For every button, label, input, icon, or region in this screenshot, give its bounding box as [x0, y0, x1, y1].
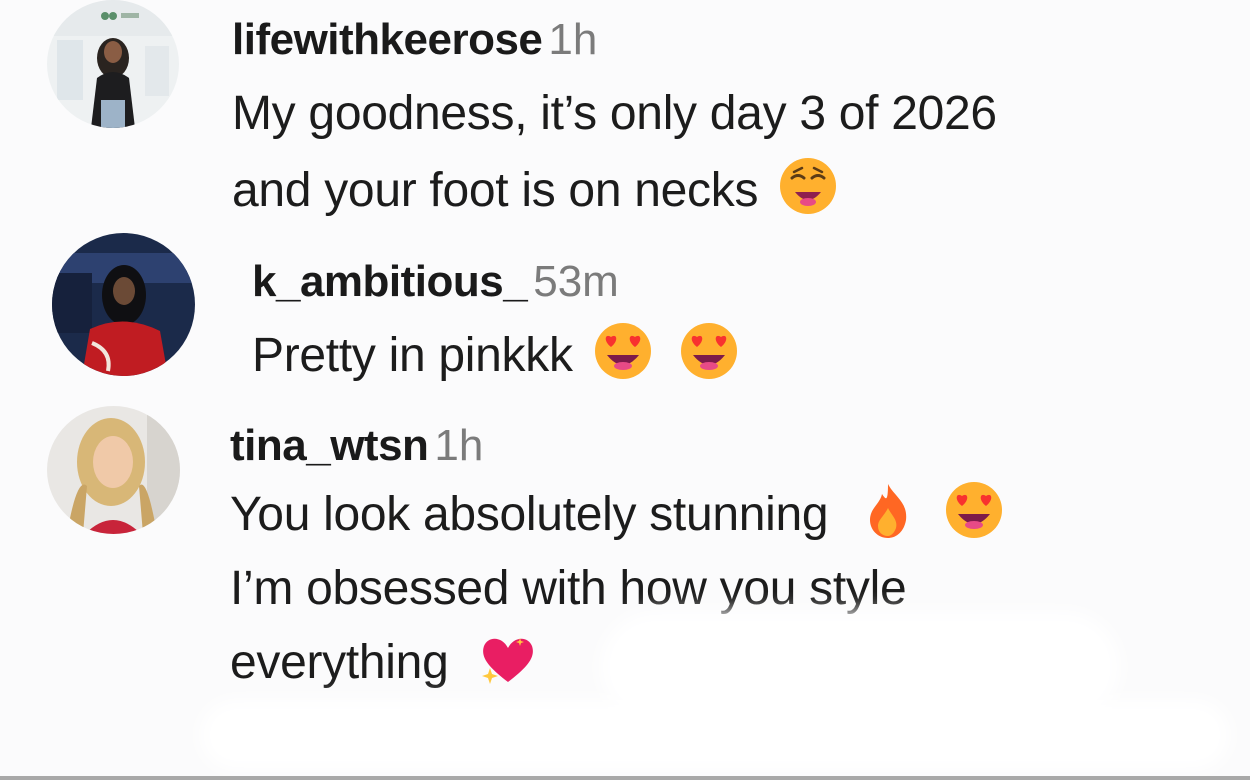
avatar[interactable]: [52, 233, 195, 376]
sparkling-heart-emoji-icon: [476, 628, 536, 688]
comment-line: everything: [230, 636, 449, 689]
username[interactable]: k_ambitious_: [252, 257, 528, 306]
timestamp: 1h: [548, 15, 598, 64]
avatar[interactable]: [47, 0, 179, 128]
fire-emoji-icon: [858, 480, 918, 540]
weary-face-emoji-icon: [778, 156, 838, 216]
avatar[interactable]: [47, 406, 180, 534]
heart-eyes-emoji-icon: [593, 321, 653, 381]
comment-line: My goodness, it’s only day 3 of 2026: [232, 87, 997, 140]
divider: [0, 776, 1250, 780]
comment-line: and your foot is on necks: [232, 164, 759, 217]
comment-line: Pretty in pinkkk: [252, 329, 573, 382]
blurred-region: [200, 700, 1230, 770]
username[interactable]: tina_wtsn: [230, 421, 429, 470]
timestamp: 53m: [533, 257, 619, 306]
heart-eyes-emoji-icon: [679, 321, 739, 381]
comment-text: Pretty in pinkkk: [252, 317, 739, 394]
comment-line: You look absolutely stunning: [230, 488, 829, 541]
comment-text: My goodness, it’s only day 3 of 2026 and…: [232, 75, 997, 229]
timestamp: 1h: [434, 421, 484, 470]
heart-eyes-emoji-icon: [944, 480, 1004, 540]
username[interactable]: lifewithkeerose: [232, 15, 543, 64]
